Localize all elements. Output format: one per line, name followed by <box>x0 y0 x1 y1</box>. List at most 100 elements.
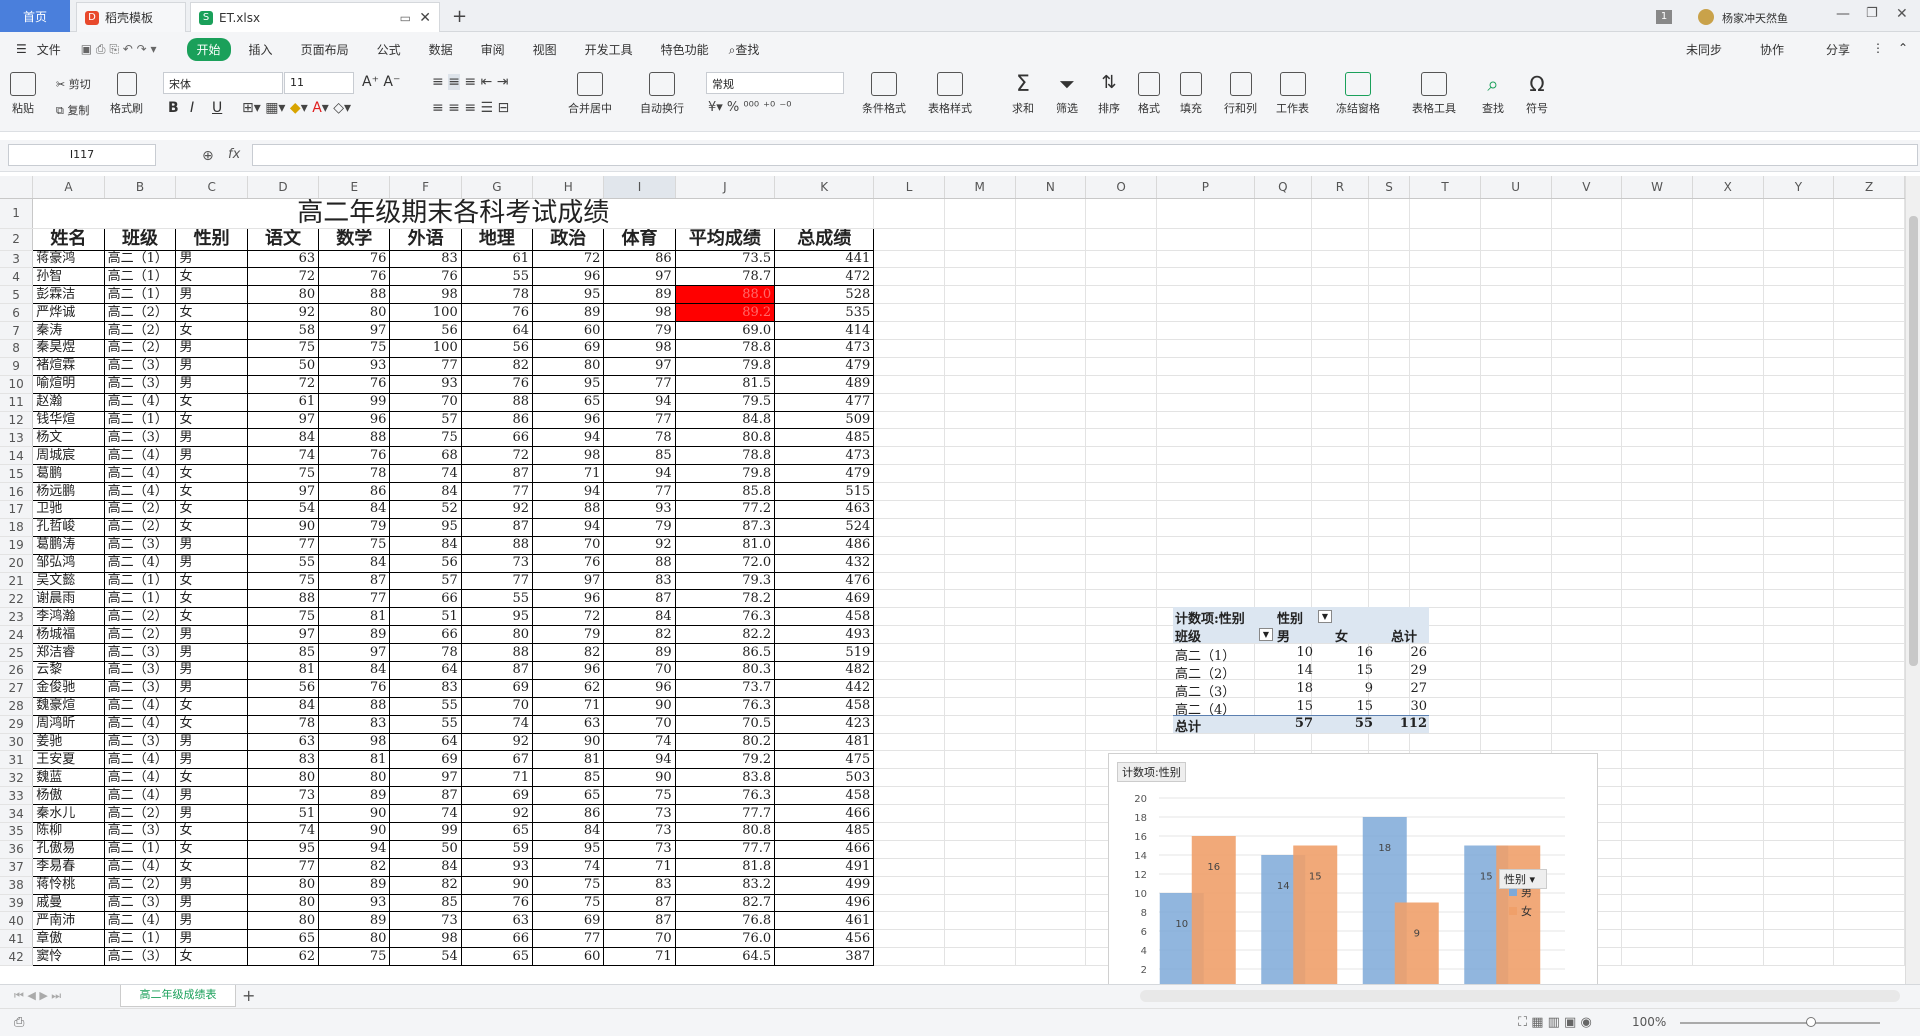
empty-cell[interactable] <box>1621 911 1693 931</box>
data-cell[interactable]: 75 <box>246 338 320 358</box>
data-cell[interactable]: 479 <box>774 464 875 484</box>
data-cell[interactable]: 69.0 <box>674 321 776 340</box>
empty-cell[interactable] <box>1621 589 1693 609</box>
data-cell[interactable]: 81 <box>246 660 320 680</box>
data-cell[interactable]: 61 <box>246 392 320 412</box>
sum-button[interactable]: Σ 求和 <box>1012 72 1034 116</box>
data-cell[interactable]: 79 <box>318 517 391 537</box>
data-cell[interactable]: 72 <box>532 249 605 269</box>
empty-cell[interactable] <box>944 589 1016 609</box>
pivot-cell[interactable]: 14 <box>1273 663 1313 678</box>
empty-cell[interactable] <box>1621 339 1693 358</box>
empty-cell[interactable] <box>1480 411 1552 430</box>
empty-cell[interactable] <box>1311 536 1369 555</box>
pivot-cell[interactable]: 15 <box>1273 699 1313 714</box>
data-cell[interactable]: 90 <box>318 822 391 841</box>
data-cell[interactable]: 56 <box>389 321 462 340</box>
data-cell[interactable]: 87 <box>389 786 462 806</box>
empty-cell[interactable] <box>1763 679 1835 698</box>
empty-cell[interactable] <box>1763 911 1835 931</box>
data-cell[interactable]: 83 <box>246 750 320 770</box>
data-cell[interactable]: 88 <box>318 428 391 448</box>
empty-cell[interactable] <box>873 518 945 537</box>
empty-cell[interactable] <box>1480 339 1552 358</box>
empty-cell[interactable] <box>873 661 945 680</box>
empty-cell[interactable] <box>1763 411 1835 430</box>
data-cell[interactable]: 84 <box>532 822 605 841</box>
column-header-H[interactable]: H <box>532 176 605 199</box>
empty-cell[interactable] <box>1763 750 1835 770</box>
data-cell[interactable]: 85 <box>246 643 320 662</box>
data-cell[interactable]: 472 <box>774 267 875 287</box>
empty-cell[interactable] <box>1409 500 1481 519</box>
data-cell[interactable]: 男 <box>175 356 248 376</box>
empty-cell[interactable] <box>1254 500 1312 519</box>
data-cell[interactable]: 73 <box>246 786 320 806</box>
sheet-nav-arrows[interactable]: ⏮ ◀ ▶ ⏭ <box>14 989 61 1003</box>
empty-cell[interactable] <box>873 911 945 931</box>
empty-cell[interactable] <box>1692 250 1764 269</box>
empty-cell[interactable] <box>1833 393 1905 412</box>
empty-cell[interactable] <box>873 733 945 752</box>
data-cell[interactable]: 郑洁睿 <box>32 643 105 662</box>
data-cell[interactable]: 97 <box>603 267 676 287</box>
data-cell[interactable]: 87 <box>603 893 676 913</box>
data-cell[interactable]: 78 <box>460 285 534 305</box>
empty-cell[interactable] <box>1156 267 1255 287</box>
data-cell[interactable]: 89 <box>603 643 676 662</box>
data-cell[interactable]: 李鸿瀚 <box>32 607 105 627</box>
data-cell[interactable]: 473 <box>774 338 875 358</box>
menu-search[interactable]: ⌕查找 <box>719 41 770 58</box>
empty-cell[interactable] <box>1015 822 1087 841</box>
pivot-cell[interactable]: 高二（3） <box>1175 681 1235 700</box>
data-cell[interactable]: 80 <box>246 768 320 788</box>
empty-cell[interactable] <box>1480 715 1552 734</box>
table-style-button[interactable]: 表格样式 <box>928 72 972 116</box>
empty-cell[interactable] <box>1409 446 1481 466</box>
new-tab-icon[interactable]: + <box>452 6 467 27</box>
empty-cell[interactable] <box>1692 768 1764 788</box>
empty-cell[interactable] <box>1156 375 1255 394</box>
data-cell[interactable]: 92 <box>460 499 534 519</box>
data-cell[interactable]: 88 <box>460 643 534 662</box>
empty-cell[interactable] <box>944 411 1016 430</box>
data-cell[interactable]: 95 <box>246 839 320 859</box>
data-cell[interactable]: 85 <box>532 768 605 788</box>
name-box[interactable]: I117 <box>8 144 156 166</box>
data-cell[interactable]: 387 <box>774 947 875 967</box>
empty-cell[interactable] <box>1311 339 1369 358</box>
empty-cell[interactable] <box>1368 228 1411 251</box>
empty-cell[interactable] <box>1692 643 1764 662</box>
data-cell[interactable]: 74 <box>389 804 462 823</box>
empty-cell[interactable] <box>1254 339 1312 358</box>
empty-cell[interactable] <box>1763 500 1835 519</box>
data-cell[interactable]: 442 <box>774 678 875 698</box>
data-cell[interactable]: 80 <box>460 625 534 645</box>
empty-cell[interactable] <box>1156 733 1255 752</box>
empty-cell[interactable] <box>1551 697 1623 716</box>
empty-cell[interactable] <box>1015 786 1087 806</box>
empty-cell[interactable] <box>1254 321 1312 340</box>
data-cell[interactable]: 477 <box>774 392 875 412</box>
data-cell[interactable]: 男 <box>175 875 248 895</box>
row-header[interactable]: 35 <box>0 822 34 841</box>
row-header[interactable]: 3 <box>0 250 34 269</box>
empty-cell[interactable] <box>1311 482 1369 501</box>
empty-cell[interactable] <box>1833 572 1905 591</box>
data-cell[interactable]: 73.5 <box>674 249 776 269</box>
pivot-cell[interactable]: 9 <box>1333 681 1373 696</box>
data-cell[interactable]: 74 <box>246 822 320 841</box>
empty-cell[interactable] <box>1368 250 1411 269</box>
data-cell[interactable]: 55 <box>460 589 534 609</box>
empty-cell[interactable] <box>1833 446 1905 466</box>
data-cell[interactable]: 77 <box>603 410 676 430</box>
empty-cell[interactable] <box>1409 198 1481 229</box>
data-cell[interactable]: 77 <box>318 589 391 609</box>
data-cell[interactable]: 高二（4） <box>103 786 177 806</box>
zoom-level[interactable]: 100% <box>1632 1015 1666 1029</box>
empty-cell[interactable] <box>1085 357 1157 376</box>
row-header[interactable]: 24 <box>0 625 34 645</box>
row-col-button[interactable]: 行和列 <box>1224 72 1257 116</box>
row-header[interactable]: 25 <box>0 643 34 662</box>
empty-cell[interactable] <box>944 947 1016 967</box>
